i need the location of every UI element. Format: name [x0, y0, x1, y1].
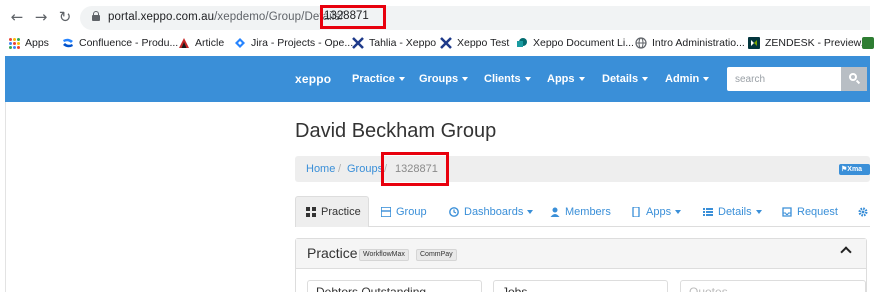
tab-label: Dashboards — [464, 205, 524, 218]
extension-icon — [862, 37, 874, 49]
confluence-icon — [62, 37, 74, 49]
grid-icon — [306, 207, 316, 217]
bookmark-xeppo-test[interactable]: Xeppo Test — [440, 36, 509, 50]
tab-dashboards[interactable]: Dashboards — [449, 196, 534, 227]
breadcrumb-id-highlight — [381, 152, 449, 186]
reload-icon[interactable]: ↻ — [57, 9, 73, 25]
article-icon — [178, 37, 190, 49]
user-icon — [550, 207, 560, 217]
forward-arrow-icon[interactable]: → — [33, 9, 49, 25]
nav-label: Clients — [484, 73, 521, 85]
tab-label: Members — [565, 205, 611, 218]
badge-commpay: CommPay — [416, 249, 457, 261]
brand-logo[interactable]: xeppo — [295, 72, 331, 86]
lock-icon — [92, 11, 100, 21]
tab-apps[interactable]: Apps — [631, 196, 682, 227]
nav-label: Groups — [419, 73, 459, 85]
bookmark-apps[interactable]: Apps — [9, 36, 49, 50]
bookmark-label: Xeppo Test — [457, 37, 510, 49]
nav-clients[interactable]: Clients — [484, 73, 531, 85]
tab-members[interactable]: Members — [550, 196, 611, 227]
browser-toolbar: ← → ↻ portal.xeppo.com.au/xepdemo/Group/… — [0, 0, 875, 34]
breadcrumb-separator: / — [338, 163, 342, 175]
nav-label: Details — [602, 73, 639, 85]
nav-apps[interactable]: Apps — [547, 73, 585, 85]
search-input[interactable] — [727, 67, 841, 91]
bookmark-label: Intro Administratio... — [652, 37, 745, 49]
back-arrow-icon[interactable]: ← — [9, 9, 25, 25]
nav-admin[interactable]: Admin — [665, 73, 710, 85]
url-id-highlight — [320, 5, 386, 29]
tab-practice[interactable]: Practice — [295, 196, 369, 227]
bookmarks-bar: Apps Confluence - Produ... Article Jira … — [0, 32, 875, 54]
tab-label: Group — [396, 205, 427, 218]
tab-label: Practice — [321, 206, 361, 218]
nav-label: Practice — [352, 73, 395, 85]
caret-down-icon — [755, 209, 762, 214]
tab-label: Details — [718, 205, 752, 218]
bookmark-xeppo-docs[interactable]: Xeppo Document Li... — [516, 36, 634, 50]
tag-label: Xma — [847, 166, 863, 173]
xeppo-icon — [440, 37, 452, 49]
bookmark-label: Xeppo Document Li... — [533, 37, 634, 49]
search-button[interactable] — [841, 67, 867, 91]
caret-down-icon — [703, 77, 710, 82]
caret-down-icon — [527, 209, 534, 214]
bookmark-label: Confluence - Produ... — [79, 37, 179, 49]
tab-label: Apps — [646, 205, 672, 218]
bookmark-jira[interactable]: Jira - Projects - Ope... — [234, 36, 353, 50]
xeppo-icon — [352, 37, 364, 49]
bookmark-confluence[interactable]: Confluence - Produ... — [62, 36, 178, 50]
breadcrumb-home[interactable]: Home — [306, 163, 335, 175]
tab-group[interactable]: Group — [380, 196, 427, 227]
tab-label: Request — [797, 205, 838, 218]
bookmark-article[interactable]: Article — [178, 36, 224, 50]
bookmark-label: Tahlia - Xeppo — [369, 37, 437, 49]
caret-down-icon — [578, 77, 585, 82]
globe-icon — [635, 37, 647, 49]
gear-icon — [858, 207, 868, 217]
inbox-icon — [782, 206, 792, 217]
page-title: David Beckham Group — [295, 120, 497, 142]
bookmark-zendesk[interactable]: ZENDESK - Preview... — [748, 36, 869, 50]
card-quotes[interactable]: Quotes — [680, 280, 866, 292]
breadcrumb-groups[interactable]: Groups — [347, 163, 383, 175]
bookmark-label: ZENDESK - Preview... — [765, 37, 870, 49]
url-text[interactable]: portal.xeppo.com.au/xepdemo/Group/Detail… — [108, 11, 344, 23]
zendesk-icon — [748, 37, 760, 49]
sidebar-divider — [5, 102, 6, 292]
bookmark-label: Apps — [25, 37, 49, 49]
bookmark-label: Jira - Projects - Ope... — [251, 37, 354, 49]
card-debtors[interactable]: Debtors Outstanding — [307, 280, 482, 292]
tab-request[interactable]: Request — [782, 196, 838, 227]
sharepoint-icon — [516, 37, 528, 49]
mobile-icon — [631, 205, 641, 218]
apps-grid-icon — [9, 37, 20, 49]
nav-label: Admin — [665, 73, 700, 85]
nav-label: Apps — [547, 73, 575, 85]
group-icon — [380, 205, 392, 218]
panel-title: Practice — [307, 245, 358, 261]
badge-workflowmax: WorkflowMax — [359, 249, 409, 261]
nav-practice[interactable]: Practice — [352, 73, 405, 85]
clock-icon — [449, 206, 459, 217]
caret-down-icon — [398, 77, 405, 82]
nav-groups[interactable]: Groups — [419, 73, 469, 85]
url-host: portal.xeppo.com.au — [108, 11, 215, 23]
tag-badge: ⚑Xma — [839, 164, 870, 175]
caret-down-icon — [462, 77, 469, 82]
tab-settings[interactable] — [858, 196, 873, 227]
caret-down-icon — [524, 77, 531, 82]
caret-down-icon — [675, 209, 682, 214]
bookmark-tahlia[interactable]: Tahlia - Xeppo — [352, 36, 436, 50]
bookmark-label: Article — [195, 37, 225, 49]
tab-details[interactable]: Details — [703, 196, 762, 227]
bookmark-overflow[interactable] — [862, 36, 875, 50]
bookmark-intro-admin[interactable]: Intro Administratio... — [635, 36, 745, 50]
caret-down-icon — [642, 77, 649, 82]
list-icon — [703, 207, 713, 217]
jira-icon — [234, 37, 246, 49]
nav-details[interactable]: Details — [602, 73, 649, 85]
card-jobs[interactable]: Jobs — [493, 280, 668, 292]
